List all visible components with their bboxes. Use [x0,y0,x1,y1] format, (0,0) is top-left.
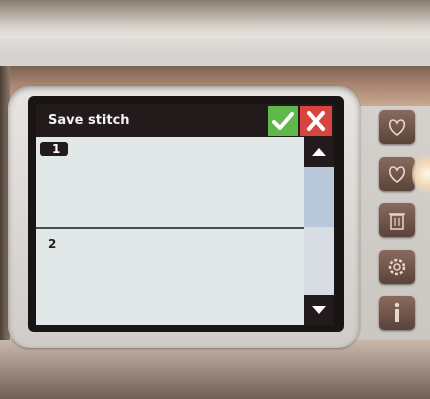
slot-number-badge: 1 [40,142,69,156]
memory-slot-1[interactable]: 1 [36,137,304,228]
triangle-up-icon [312,148,326,156]
heart-icon [388,119,406,136]
close-icon [307,111,325,131]
triangle-down-icon [312,306,326,314]
dialog-title: Save stitch [48,113,130,128]
check-icon [272,112,294,130]
scrollbar-thumb[interactable] [304,167,334,227]
heart-save-icon [388,166,406,183]
dialog-titlebar: Save stitch [36,104,334,137]
scrollbar[interactable] [304,137,334,325]
confirm-button[interactable] [268,106,298,136]
machine-bottom-panel [0,340,430,399]
favorite-button[interactable] [379,110,415,144]
gear-icon [388,258,406,276]
memory-slot-2[interactable]: 2 [36,229,304,325]
info-icon [394,302,400,322]
delete-button[interactable] [379,203,415,237]
info-button[interactable] [379,296,415,330]
scroll-down-button[interactable] [304,295,334,325]
scroll-up-button[interactable] [304,137,334,167]
settings-button[interactable] [379,250,415,284]
trash-icon [389,213,405,230]
machine-top-panel [0,0,430,38]
slot-number: 2 [48,237,57,251]
lcd-screen: Save stitch 1 2 [36,104,334,325]
cancel-button[interactable] [300,106,332,136]
save-favorite-button[interactable] [379,157,415,191]
